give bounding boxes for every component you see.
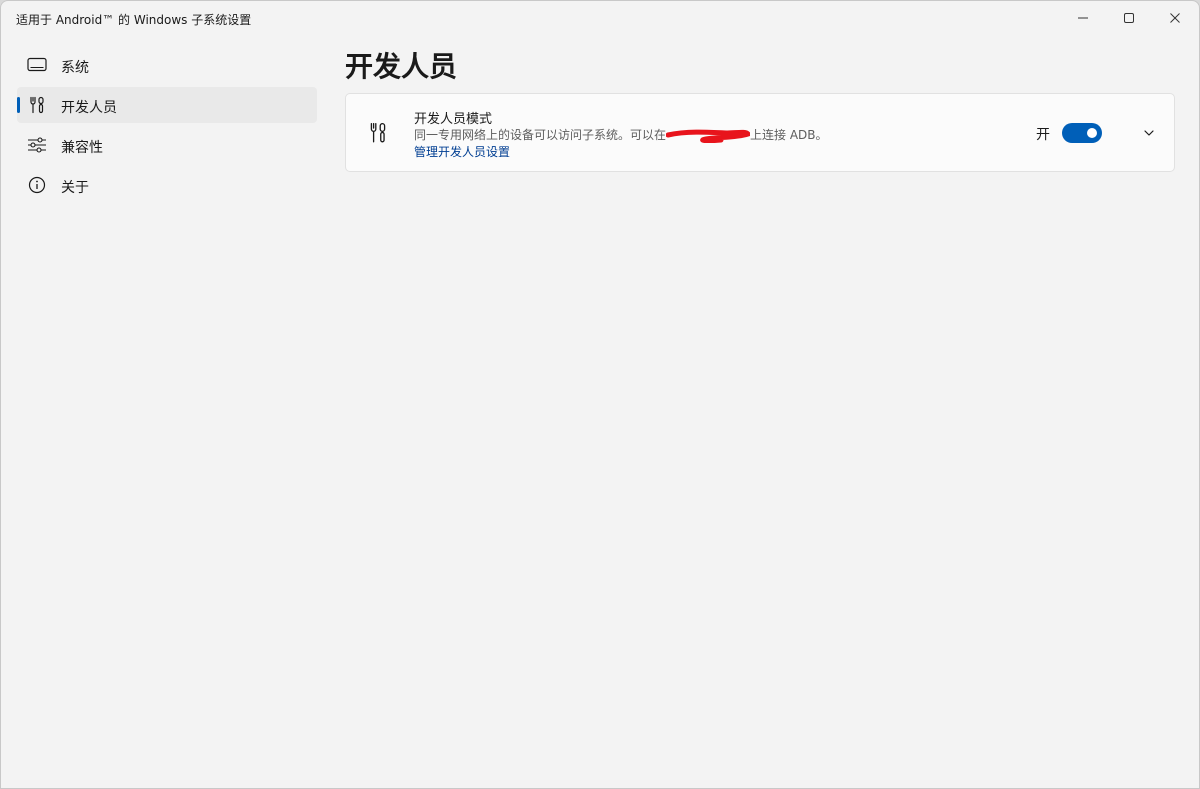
expand-button[interactable] (1136, 120, 1162, 146)
close-button[interactable] (1152, 1, 1198, 35)
sidebar-item-compatibility[interactable]: 兼容性 (17, 127, 317, 163)
close-icon (1170, 13, 1180, 23)
sidebar-item-about[interactable]: 关于 (17, 167, 317, 203)
toggle-knob (1087, 128, 1097, 138)
minimize-icon (1078, 17, 1088, 19)
sidebar-item-label: 兼容性 (61, 140, 103, 156)
developer-mode-toggle[interactable] (1062, 123, 1102, 143)
window-title: 适用于 Android™ 的 Windows 子系统设置 (16, 13, 252, 27)
sidebar-item-developer[interactable]: 开发人员 (17, 87, 317, 123)
maximize-button[interactable] (1106, 1, 1152, 35)
sidebar-item-label: 系统 (61, 60, 89, 76)
redaction-scribble (665, 129, 752, 143)
sidebar-item-label: 关于 (61, 180, 89, 196)
title-bar[interactable]: 适用于 Android™ 的 Windows 子系统设置 (1, 1, 1199, 37)
tools-icon (27, 96, 47, 114)
settings-window: 适用于 Android™ 的 Windows 子系统设置 系统 开发人员 兼容性… (0, 0, 1200, 789)
sidebar-item-label: 开发人员 (61, 100, 117, 116)
maximize-icon (1124, 13, 1134, 23)
info-icon (27, 176, 47, 194)
developer-mode-description: 同一专用网络上的设备可以访问子系统。可以在 上连接 ADB。 (414, 126, 828, 143)
tools-icon (368, 122, 392, 146)
sidebar-item-system[interactable]: 系统 (17, 47, 317, 83)
developer-mode-title: 开发人员模式 (414, 112, 493, 127)
description-text: 同一专用网络上的设备可以访问子系统。可以在 (414, 128, 667, 142)
sliders-icon (27, 136, 47, 154)
toggle-state-label: 开 (1036, 127, 1050, 143)
page-title: 开发人员 (345, 50, 458, 83)
display-icon (27, 56, 47, 74)
manage-developer-settings-link[interactable]: 管理开发人员设置 (414, 143, 510, 160)
developer-mode-card: 开发人员模式 同一专用网络上的设备可以访问子系统。可以在 上连接 ADB。 管理开… (345, 93, 1175, 172)
sidebar-nav: 系统 开发人员 兼容性 关于 (1, 47, 331, 207)
minimize-button[interactable] (1060, 1, 1106, 35)
chevron-down-icon (1144, 130, 1154, 136)
description-text-end: 上连接 ADB。 (750, 128, 828, 142)
selection-indicator (17, 97, 20, 113)
